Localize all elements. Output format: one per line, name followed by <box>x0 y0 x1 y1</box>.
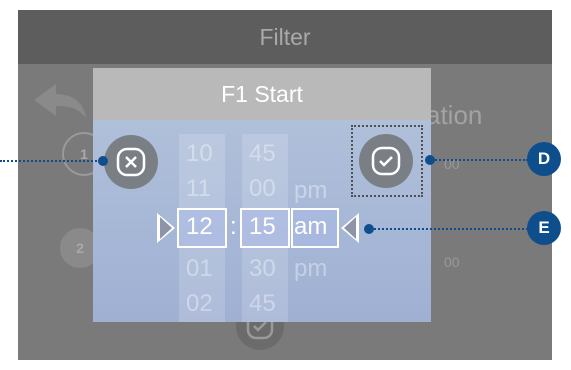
dialog-title: F1 Start <box>93 68 431 120</box>
hour-selected: 12 <box>186 213 213 240</box>
ampm-option[interactable]: pm <box>294 255 327 283</box>
minute-option[interactable]: 45 <box>249 290 276 318</box>
back-arrow-icon[interactable] <box>32 80 90 120</box>
time-separator: : <box>230 213 237 240</box>
callout-line-d <box>432 159 528 161</box>
duration-label: ation <box>426 100 483 130</box>
callout-line-e <box>371 228 528 230</box>
cancel-x-icon <box>116 147 146 177</box>
ampm-selected: am <box>294 213 328 240</box>
selection-arrow-right-icon <box>157 213 175 243</box>
ampm-option[interactable]: pm <box>294 177 327 205</box>
confirm-button[interactable] <box>359 134 413 188</box>
duration-value-2: 00 <box>444 254 460 270</box>
cancel-button[interactable] <box>104 135 158 189</box>
minute-option[interactable]: 00 <box>249 175 276 203</box>
hour-option[interactable]: 02 <box>186 290 213 318</box>
callout-badge-e: E <box>527 211 561 245</box>
hour-option[interactable]: 10 <box>186 140 213 168</box>
selection-arrow-left-icon <box>341 213 359 243</box>
minute-option[interactable]: 45 <box>249 140 276 168</box>
screen-title: Filter <box>18 10 552 64</box>
minute-selected: 15 <box>249 213 276 240</box>
hour-option[interactable]: 01 <box>186 255 213 283</box>
confirm-check-icon <box>371 146 401 176</box>
time-picker-dialog: F1 Start 10 11 01 02 45 00 30 45 pm pm 1… <box>93 68 431 322</box>
callout-dot-left <box>98 156 108 166</box>
filter-2-number: 2 <box>76 240 84 256</box>
hour-option[interactable]: 11 <box>186 175 211 203</box>
callout-line-left <box>0 160 100 162</box>
callout-badge-d: D <box>527 142 561 176</box>
minute-option[interactable]: 30 <box>249 255 276 283</box>
